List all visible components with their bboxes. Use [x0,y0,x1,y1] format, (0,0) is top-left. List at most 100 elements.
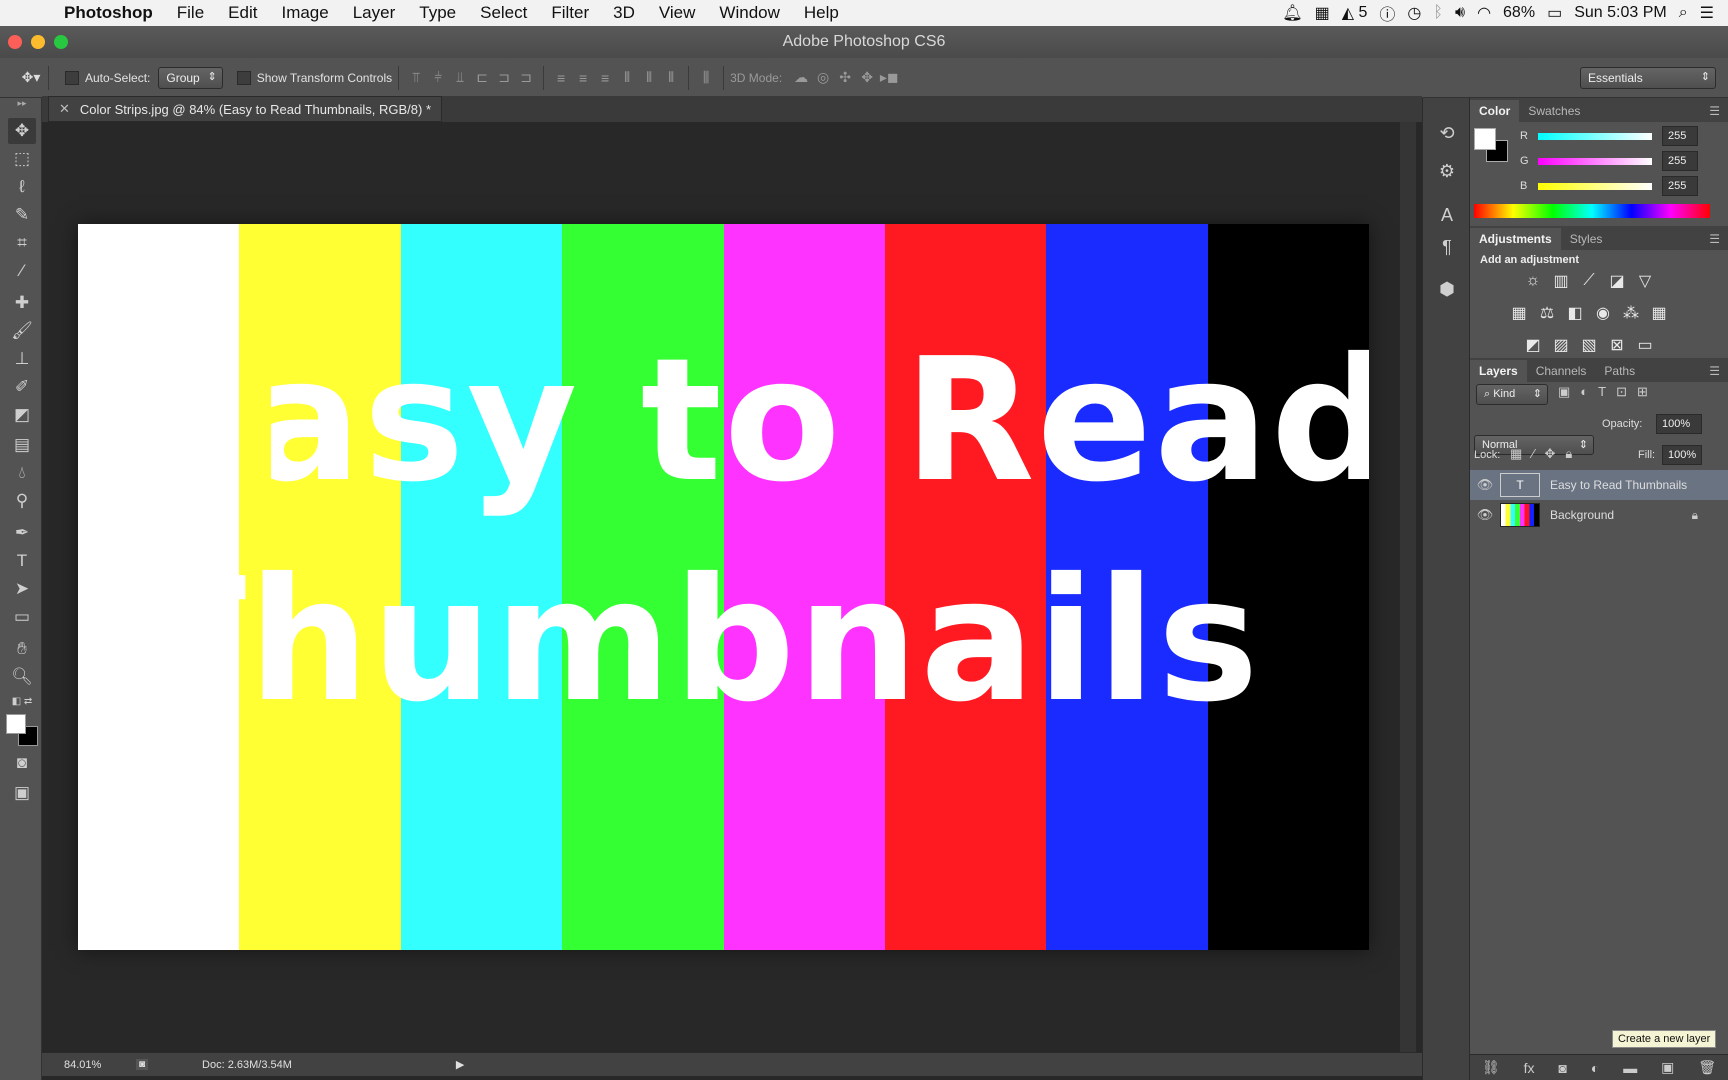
menu-file[interactable]: File [165,3,216,23]
adobe-icon[interactable]: ◭ 5 [1342,3,1368,23]
3d-pan-icon[interactable]: ✣ [834,68,856,88]
align-top-icon[interactable]: ⫪ [405,68,427,88]
menu-filter[interactable]: Filter [539,3,601,23]
minimize-window-button[interactable] [31,35,45,49]
workspace-dropdown[interactable]: Essentials [1580,66,1716,89]
zoom-level[interactable]: 84.01% [64,1059,116,1071]
move-tool-icon[interactable]: ✥ [8,118,36,144]
layers-panel-menu-icon[interactable]: ☰ [1701,360,1728,382]
channel-g-value[interactable]: 255 [1662,151,1698,171]
properties-panel-icon[interactable]: ⚙ [1433,158,1461,184]
posterize-icon[interactable]: ▨ [1550,334,1572,356]
selective-color-icon[interactable]: ⊠ [1606,334,1628,356]
align-hcenter-icon[interactable]: ⊐ [493,68,515,88]
eraser-tool-icon[interactable]: ◩ [8,402,36,428]
color-panel-menu-icon[interactable]: ☰ [1701,100,1728,122]
layer-row-background[interactable]: 👁︎ Background 🔒︎ [1470,500,1728,530]
color-spectrum-ramp[interactable] [1474,204,1710,218]
close-window-button[interactable] [8,35,22,49]
gradient-map-icon[interactable]: ▭ [1634,334,1656,356]
bell-icon[interactable]: 🔔︎ [1282,3,1302,23]
hue-saturation-icon[interactable]: ▦ [1508,302,1530,324]
layer-name[interactable]: Easy to Read Thumbnails [1550,478,1687,492]
status-menu-arrow-icon[interactable]: ▶ [456,1058,464,1071]
menu-type[interactable]: Type [407,3,468,23]
distribute-vcenter-icon[interactable]: ≡ [572,68,594,88]
auto-align-icon[interactable]: ⫼ [695,68,717,88]
tab-swatches[interactable]: Swatches [1519,100,1589,122]
hand-tool-icon[interactable]: ✋︎ [8,636,36,662]
layer-filter-icons[interactable]: ▣◐T⊡⊞ [1558,384,1658,400]
align-left-icon[interactable]: ⊏ [471,68,493,88]
info-icon[interactable]: ⓘ [1379,1,1395,25]
tab-adjustments[interactable]: Adjustments [1470,228,1561,250]
pen-tool-icon[interactable]: ✒ [8,520,36,546]
character-panel-icon[interactable]: A [1433,202,1461,228]
levels-icon[interactable]: ▥ [1550,270,1572,292]
grid-app-icon[interactable]: ▦ [1315,3,1330,23]
channel-r-slider[interactable] [1538,133,1652,140]
black-white-icon[interactable]: ◧ [1564,302,1586,324]
path-selection-tool-icon[interactable]: ➤ [8,576,36,602]
brightness-contrast-icon[interactable]: ☼ [1522,270,1544,292]
search-icon[interactable]: ⌕ [1679,4,1688,22]
visibility-eye-icon[interactable]: 👁︎ [1470,507,1500,523]
3d-roll-icon[interactable]: ◎ [812,68,834,88]
close-tab-icon[interactable]: ✕ [59,101,70,117]
distribute-right-icon[interactable]: ⦀ [660,68,682,88]
zoom-tool-icon[interactable]: 🔍︎ [8,664,36,690]
distribute-hcenter-icon[interactable]: ⦀ [638,68,660,88]
healing-brush-tool-icon[interactable]: ✚ [8,290,36,316]
status-info-icon[interactable]: ◙ [136,1059,149,1070]
channel-b-value[interactable]: 255 [1662,176,1698,196]
tab-paths[interactable]: Paths [1595,360,1644,382]
layer-row-text[interactable]: 👁︎ T Easy to Read Thumbnails [1470,470,1728,500]
fill-value[interactable]: 100% [1662,445,1702,465]
curves-icon[interactable]: ⟋ [1578,270,1600,292]
auto-select-dropdown[interactable]: Group [158,66,223,89]
channel-r-value[interactable]: 255 [1662,126,1698,146]
3d-orbit-icon[interactable]: ☁ [790,68,812,88]
menu-image[interactable]: Image [269,3,340,23]
menu-help[interactable]: Help [792,3,851,23]
type-tool-icon[interactable]: T [8,548,36,574]
menu-3d[interactable]: 3D [601,3,647,23]
menu-app-name[interactable]: Photoshop [44,3,165,23]
opacity-value[interactable]: 100% [1656,414,1702,434]
3d-panel-icon[interactable]: ⬢ [1433,276,1461,302]
paragraph-panel-icon[interactable]: ¶ [1433,234,1461,260]
history-brush-tool-icon[interactable]: ✐ [8,374,36,400]
layer-filter-kind-dropdown[interactable]: ⌕ Kind [1476,384,1548,405]
new-group-icon[interactable]: ▬ [1623,1060,1637,1076]
distribute-left-icon[interactable]: ⦀ [616,68,638,88]
invert-icon[interactable]: ◩ [1522,334,1544,356]
marquee-tool-icon[interactable]: ⬚ [8,146,36,172]
3d-scale-icon[interactable]: ▸◼ [878,68,900,88]
visibility-eye-icon[interactable]: 👁︎ [1470,477,1500,493]
time-machine-icon[interactable]: ◷ [1407,3,1421,23]
vibrance-icon[interactable]: ▽ [1634,270,1656,292]
history-panel-icon[interactable]: ⟲ [1433,120,1461,146]
tab-color[interactable]: Color [1470,100,1520,122]
color-lookup-icon[interactable]: ▦ [1648,302,1670,324]
battery-percent[interactable]: 68% [1503,4,1535,22]
align-bottom-icon[interactable]: ⫫ [449,68,471,88]
distribute-top-icon[interactable]: ≡ [550,68,572,88]
distribute-bottom-icon[interactable]: ≡ [594,68,616,88]
bluetooth-icon[interactable]: ᛒ [1433,4,1443,22]
battery-icon[interactable]: ▭ [1547,3,1562,23]
volume-icon[interactable]: 🔊︎ [1455,4,1465,22]
auto-select-checkbox[interactable] [65,70,79,85]
color-panel-foreground[interactable] [1474,128,1496,150]
channel-g-slider[interactable] [1538,158,1652,165]
tab-layers[interactable]: Layers [1470,360,1527,382]
lock-icons[interactable]: ▦⁄✥🔒︎ [1510,446,1582,462]
swap-colors-icon[interactable]: ◧ ⇄ [8,694,36,708]
adjustments-panel-menu-icon[interactable]: ☰ [1701,228,1728,250]
add-mask-icon[interactable]: ◙ [1558,1060,1566,1076]
screen-mode-icon[interactable]: ▣ [8,780,36,806]
quick-mask-icon[interactable]: ◙ [8,750,36,776]
quick-select-tool-icon[interactable]: ✎ [8,202,36,228]
new-layer-icon[interactable]: ▣ [1661,1059,1674,1076]
channel-b-slider[interactable] [1538,183,1652,190]
